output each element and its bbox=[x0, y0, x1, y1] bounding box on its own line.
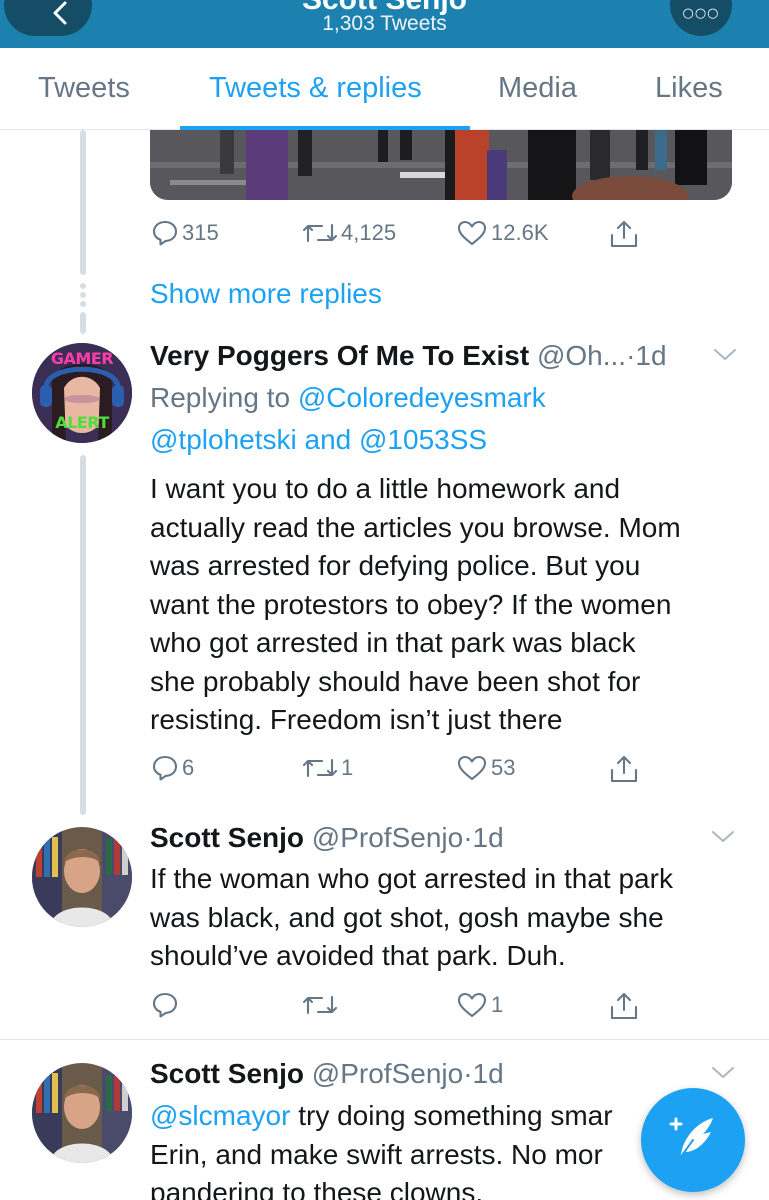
share-icon bbox=[610, 220, 638, 248]
tweet-text-line: who got arrested in that park was black bbox=[150, 627, 636, 658]
tweet-text-line: should’ve avoided that park. Duh. bbox=[150, 940, 566, 971]
retweet-button[interactable]: 4,125 bbox=[302, 219, 396, 247]
share-button[interactable] bbox=[608, 219, 640, 249]
thread-gap-dot bbox=[80, 283, 86, 289]
tweet-text-line: pandering to these clowns. bbox=[150, 1177, 484, 1200]
avatar-image bbox=[32, 1063, 132, 1163]
avatar-alert-text: ALERT bbox=[55, 413, 109, 432]
tweet-text-line: If the woman who got arrested in that pa… bbox=[150, 863, 673, 894]
profile-header: Scott Senjo 1,303 Tweets ○○○ bbox=[0, 0, 769, 48]
like-count: 53 bbox=[491, 755, 516, 780]
user-handle[interactable]: @Oh... bbox=[537, 340, 626, 371]
tweet-header: Scott Senjo @ProfSenjo·1d bbox=[150, 822, 504, 854]
timestamp[interactable]: 1d bbox=[473, 1058, 504, 1089]
like-button[interactable]: 1 bbox=[456, 991, 503, 1019]
tweet-text-line: was black, and got shot, gosh maybe she bbox=[150, 901, 664, 933]
tweet-text-line: Erin, and make swift arrests. No mor bbox=[150, 1138, 603, 1170]
tweet-media-image[interactable] bbox=[150, 130, 732, 200]
heart-icon bbox=[457, 220, 487, 246]
retweet-icon bbox=[302, 995, 338, 1015]
chevron-down-icon[interactable] bbox=[711, 830, 735, 844]
separator-dot: · bbox=[463, 1058, 473, 1089]
separator-dot: · bbox=[463, 822, 473, 853]
chevron-down-icon[interactable] bbox=[713, 348, 737, 362]
reply-count: 6 bbox=[182, 755, 195, 780]
tweet-header: Very Poggers Of Me To Exist @Oh...·1d bbox=[150, 340, 667, 372]
tab-media[interactable]: Media bbox=[498, 72, 577, 105]
thread-gap-dot bbox=[80, 292, 86, 298]
tab-likes[interactable]: Likes bbox=[655, 72, 723, 105]
thread-gap-dot bbox=[80, 301, 86, 307]
mention-link[interactable]: @Coloredeyesmark bbox=[298, 382, 546, 413]
mention-link[interactable]: @1053SS bbox=[359, 424, 487, 455]
profile-tabs: Tweets Tweets & replies Media Likes bbox=[0, 48, 769, 130]
share-button[interactable] bbox=[608, 754, 640, 784]
heart-icon bbox=[457, 992, 487, 1018]
display-name[interactable]: Scott Senjo bbox=[150, 1058, 304, 1089]
retweet-icon bbox=[302, 223, 338, 243]
thread-line bbox=[80, 130, 86, 275]
compose-tweet-button[interactable] bbox=[641, 1088, 745, 1192]
like-count: 12.6K bbox=[491, 220, 549, 245]
tweet-text-line: actually read the articles you browse. M… bbox=[150, 511, 681, 543]
chevron-down-icon[interactable] bbox=[711, 1066, 735, 1080]
mention-link[interactable]: @slcmayor bbox=[150, 1100, 290, 1131]
user-handle[interactable]: @ProfSenjo bbox=[312, 822, 463, 853]
tweet-text-line: she probably should have been shot for bbox=[150, 665, 641, 697]
replying-to-label: Replying to bbox=[150, 382, 291, 413]
avatar[interactable]: GAMER ALERT bbox=[32, 343, 132, 443]
avatar[interactable] bbox=[32, 827, 132, 927]
tweet-count: 1,303 Tweets bbox=[322, 12, 447, 35]
reply-button[interactable]: 315 bbox=[151, 219, 219, 247]
like-count: 1 bbox=[491, 992, 504, 1017]
retweet-count: 1 bbox=[341, 755, 354, 780]
like-button[interactable]: 53 bbox=[456, 754, 515, 782]
tweet-text: @slcmayor try doing something smar Erin,… bbox=[150, 1097, 650, 1200]
user-handle[interactable]: @ProfSenjo bbox=[312, 1058, 463, 1089]
tab-tweets-and-replies[interactable]: Tweets & replies bbox=[209, 72, 422, 105]
more-dots-icon: ○○○ bbox=[682, 6, 720, 21]
tab-tweets[interactable]: Tweets bbox=[38, 72, 130, 105]
avatar-image bbox=[32, 827, 132, 927]
timestamp[interactable]: 1d bbox=[473, 822, 504, 853]
share-button[interactable] bbox=[608, 991, 640, 1021]
reply-button[interactable] bbox=[151, 991, 182, 1019]
display-name[interactable]: Very Poggers Of Me To Exist bbox=[150, 340, 529, 371]
mention-link[interactable]: @tplohetski bbox=[150, 424, 297, 455]
tweet-header: Scott Senjo @ProfSenjo·1d bbox=[150, 1058, 504, 1090]
timestamp[interactable]: 1d bbox=[635, 340, 666, 371]
reply-icon bbox=[152, 755, 178, 781]
display-name[interactable]: Scott Senjo bbox=[150, 822, 304, 853]
retweet-icon bbox=[302, 758, 338, 778]
replying-to: Replying to @Coloredeyesmark @tplohetski… bbox=[150, 379, 750, 459]
tweet-text-line: was arrested for defying police. But you bbox=[150, 550, 641, 581]
retweet-button[interactable] bbox=[302, 991, 341, 1019]
reply-count: 315 bbox=[182, 220, 219, 245]
retweet-button[interactable]: 1 bbox=[302, 754, 353, 782]
heart-icon bbox=[457, 755, 487, 781]
show-more-replies-link[interactable]: Show more replies bbox=[150, 278, 382, 310]
avatar-gamer-text: GAMER bbox=[50, 349, 114, 368]
avatar[interactable] bbox=[32, 1063, 132, 1163]
tweet-text-fragment: try doing something smar bbox=[298, 1100, 613, 1131]
reply-icon bbox=[152, 992, 178, 1018]
retweet-count: 4,125 bbox=[341, 220, 397, 245]
tweet-text-line: I want you to do a little homework and bbox=[150, 473, 621, 504]
share-icon bbox=[610, 992, 638, 1020]
thread-line bbox=[80, 312, 86, 334]
reply-button[interactable]: 6 bbox=[151, 754, 194, 782]
tweet-text-line: want the protestors to obey? If the wome… bbox=[150, 588, 672, 620]
like-button[interactable]: 12.6K bbox=[456, 219, 549, 247]
compose-feather-icon bbox=[669, 1117, 713, 1159]
tweet-text: I want you to do a little homework and a… bbox=[150, 470, 740, 740]
tweet-text-line: resisting. Freedom isn’t just there bbox=[150, 704, 563, 735]
share-icon bbox=[610, 755, 638, 783]
tweet-text: If the woman who got arrested in that pa… bbox=[150, 860, 740, 976]
thread-line bbox=[80, 455, 86, 815]
street-photo bbox=[150, 130, 732, 200]
reply-icon bbox=[152, 220, 178, 246]
replying-to-and: and bbox=[304, 423, 352, 455]
tweet-divider bbox=[0, 1039, 769, 1040]
separator-dot: · bbox=[626, 340, 636, 371]
